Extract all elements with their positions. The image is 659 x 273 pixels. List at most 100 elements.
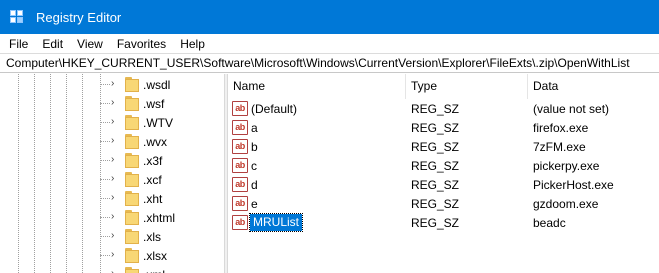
chevron-right-icon[interactable]: ›	[111, 192, 121, 204]
chevron-right-icon[interactable]: ›	[111, 116, 121, 128]
value-data: beadc	[533, 216, 566, 230]
tree-connector	[100, 122, 110, 123]
tree-item-label: .x3f	[143, 154, 163, 168]
value-type: REG_SZ	[411, 121, 460, 135]
list-header: Name Type Data	[228, 74, 659, 99]
value-data: gzdoom.exe	[533, 197, 599, 211]
value-data: pickerpy.exe	[533, 159, 600, 173]
folder-icon	[125, 96, 139, 111]
column-header-data[interactable]: Data	[528, 74, 659, 99]
string-value-icon: ab	[232, 120, 248, 135]
folder-icon	[125, 267, 139, 273]
tree-connector	[100, 141, 110, 142]
tree-connector	[100, 217, 110, 218]
tree-item[interactable]: › .xcf	[0, 170, 224, 189]
tree-connector	[100, 160, 110, 161]
tree-item-label: .xml	[143, 268, 165, 273]
menu-bar: File Edit View Favorites Help	[0, 34, 659, 53]
column-header-type[interactable]: Type	[406, 74, 528, 99]
tree-connector	[100, 103, 110, 104]
tree-item[interactable]: › .wvx	[0, 132, 224, 151]
tree-connector	[100, 179, 110, 180]
value-name: (Default)	[251, 102, 298, 116]
menu-file[interactable]: File	[0, 37, 35, 51]
tree-item-label: .xhtml	[143, 211, 176, 225]
value-data: PickerHost.exe	[533, 178, 614, 192]
menu-edit[interactable]: Edit	[35, 37, 70, 51]
tree-item[interactable]: › .wsdl	[0, 75, 224, 94]
string-value-icon: ab	[232, 139, 248, 154]
value-type: REG_SZ	[411, 140, 460, 154]
tree-item-label: .WTV	[143, 116, 173, 130]
folder-icon	[125, 172, 139, 187]
chevron-right-icon[interactable]: ›	[111, 173, 121, 185]
tree-item-label: .wsdl	[143, 78, 171, 92]
tree-item[interactable]: › .x3f	[0, 151, 224, 170]
title-bar[interactable]: Registry Editor	[0, 0, 659, 34]
value-name: a	[251, 121, 258, 135]
folder-icon	[125, 248, 139, 263]
column-header-name[interactable]: Name	[228, 74, 406, 99]
value-data: firefox.exe	[533, 121, 589, 135]
string-value-icon: ab	[232, 196, 248, 211]
value-type: REG_SZ	[411, 216, 460, 230]
folder-icon	[125, 191, 139, 206]
tree-item[interactable]: › .wsf	[0, 94, 224, 113]
chevron-right-icon[interactable]: ›	[111, 78, 121, 90]
menu-help[interactable]: Help	[173, 37, 212, 51]
tree-item[interactable]: › .xht	[0, 189, 224, 208]
value-name: b	[251, 140, 258, 154]
key-tree-pane[interactable]: › .wsdl › .wsf › .WTV › .wvx › .x3f › .xcf › .xht › .xh…	[0, 74, 224, 273]
tree-item-label: .xht	[143, 192, 163, 206]
folder-icon	[125, 153, 139, 168]
tree-item[interactable]: › .xhtml	[0, 208, 224, 227]
tree-item[interactable]: › .xlsx	[0, 246, 224, 265]
value-row[interactable]: ab b REG_SZ 7zFM.exe	[228, 137, 659, 156]
tree-item-label: .wvx	[143, 135, 167, 149]
value-name: c	[251, 159, 257, 173]
string-value-icon: ab	[232, 215, 248, 230]
value-row[interactable]: ab MRUList REG_SZ beadc	[228, 213, 659, 232]
menu-view[interactable]: View	[70, 37, 110, 51]
string-value-icon: ab	[232, 158, 248, 173]
value-row[interactable]: ab e REG_SZ gzdoom.exe	[228, 194, 659, 213]
value-data: 7zFM.exe	[533, 140, 586, 154]
chevron-right-icon[interactable]: ›	[111, 249, 121, 261]
tree-item[interactable]: › .xml	[0, 265, 224, 273]
chevron-right-icon[interactable]: ›	[111, 268, 121, 273]
value-name: d	[251, 178, 258, 192]
value-data: (value not set)	[533, 102, 610, 116]
chevron-right-icon[interactable]: ›	[111, 97, 121, 109]
chevron-right-icon[interactable]: ›	[111, 230, 121, 242]
folder-icon	[125, 229, 139, 244]
string-value-icon: ab	[232, 177, 248, 192]
value-type: REG_SZ	[411, 102, 460, 116]
tree-connector	[100, 84, 110, 85]
folder-icon	[125, 115, 139, 130]
tree-item[interactable]: › .WTV	[0, 113, 224, 132]
value-row[interactable]: ab c REG_SZ pickerpy.exe	[228, 156, 659, 175]
value-type: REG_SZ	[411, 178, 460, 192]
address-bar[interactable]: Computer\HKEY_CURRENT_USER\Software\Micr…	[0, 53, 659, 73]
tree-connector	[100, 198, 110, 199]
tree-item-label: .xls	[143, 230, 161, 244]
tree-item-label: .wsf	[143, 97, 165, 111]
tree-item[interactable]: › .xls	[0, 227, 224, 246]
value-row[interactable]: ab d REG_SZ PickerHost.exe	[228, 175, 659, 194]
folder-icon	[125, 210, 139, 225]
value-row[interactable]: ab (Default) REG_SZ (value not set)	[228, 99, 659, 118]
tree-item-label: .xcf	[143, 173, 162, 187]
folder-icon	[125, 77, 139, 92]
value-row[interactable]: ab a REG_SZ firefox.exe	[228, 118, 659, 137]
menu-favorites[interactable]: Favorites	[110, 37, 173, 51]
value-name: MRUList	[248, 213, 304, 232]
chevron-right-icon[interactable]: ›	[111, 154, 121, 166]
values-list: ab (Default) REG_SZ (value not set) ab a REG_S…	[228, 99, 659, 232]
tree-connector	[100, 236, 110, 237]
chevron-right-icon[interactable]: ›	[111, 211, 121, 223]
values-list-pane[interactable]: Name Type Data ab (Default) REG_SZ (value n…	[228, 74, 659, 273]
window-title: Registry Editor	[36, 9, 122, 25]
chevron-right-icon[interactable]: ›	[111, 135, 121, 147]
folder-icon	[125, 134, 139, 149]
value-type: REG_SZ	[411, 159, 460, 173]
